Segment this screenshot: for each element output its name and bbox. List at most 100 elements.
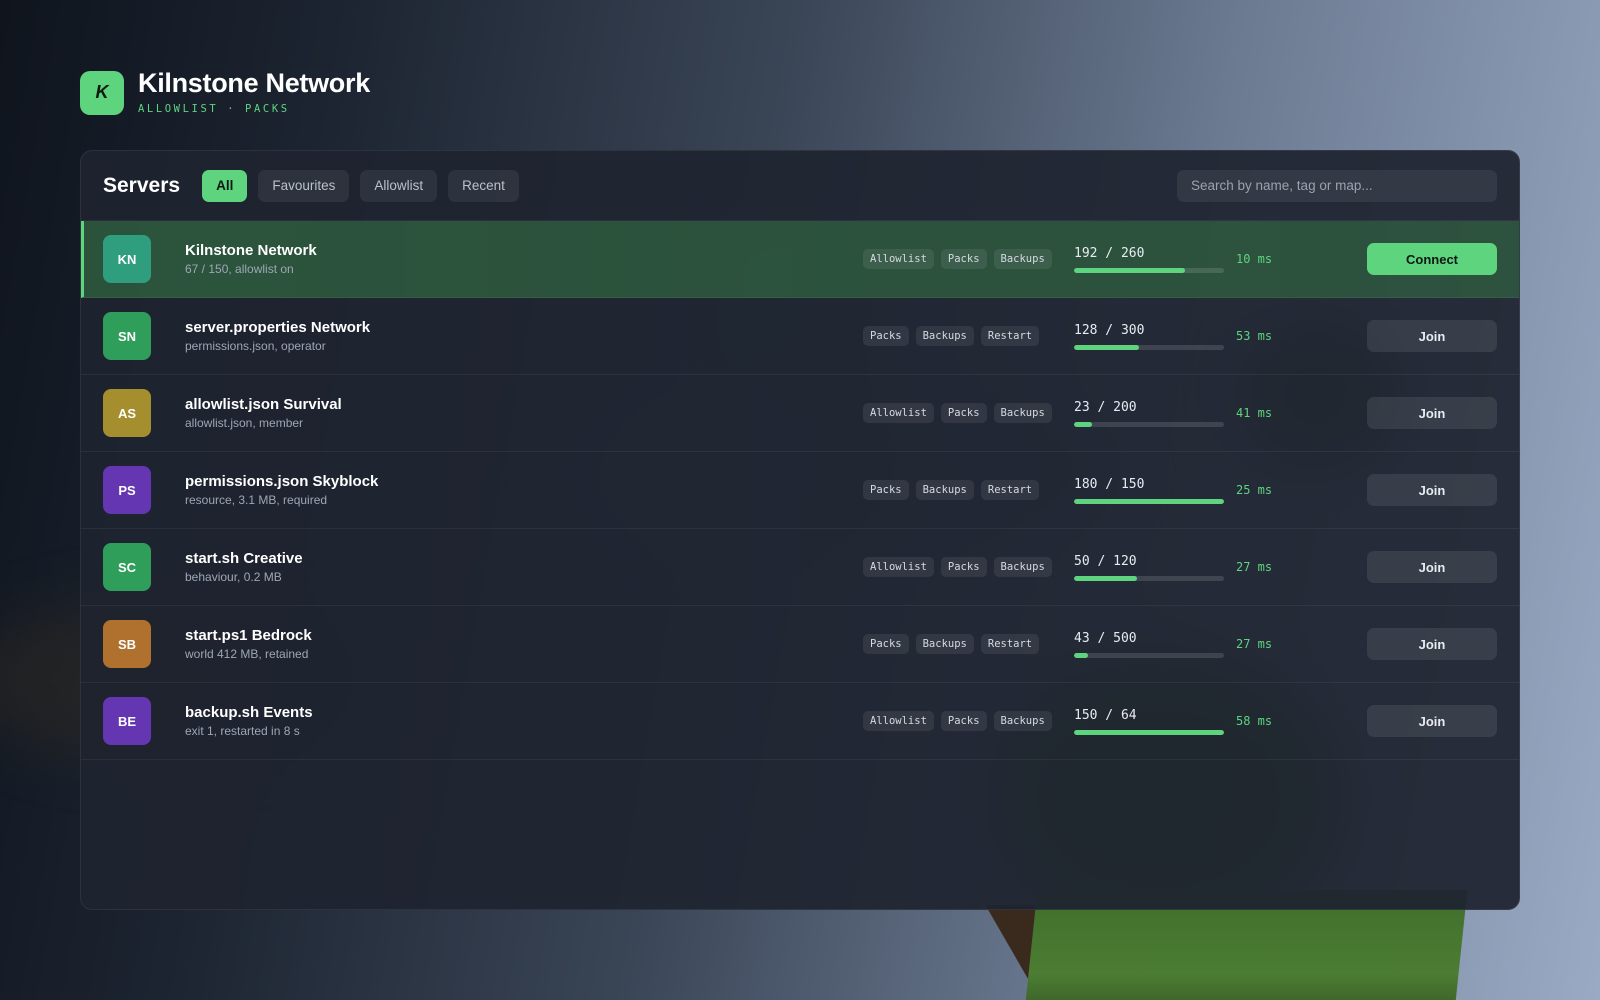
server-tag: Packs [940,249,987,269]
server-tag: Backups [915,480,974,500]
server-players: 23 / 200 [1074,400,1224,427]
server-info: start.sh Creative behaviour, 0.2 MB [185,550,303,584]
server-avatar: BE [103,697,151,745]
server-detail: permissions.json, operator [185,339,326,353]
brand-logo[interactable]: K [80,70,124,115]
server-tags: Allowlist Packs Backups [863,557,1052,577]
server-row[interactable]: SC start.sh Creative behaviour, 0.2 MB A… [81,529,1519,606]
server-row[interactable]: PS permissions.json Skyblock resource, 3… [81,452,1519,529]
tab-allowlist[interactable]: Allowlist [360,169,438,202]
capacity-bar-fill [1074,344,1139,350]
search-input[interactable] [1177,169,1497,202]
panel-title: Servers [103,173,181,197]
server-players: 50 / 120 [1074,554,1224,581]
join-button[interactable]: Join [1367,320,1497,352]
server-tag: Backups [993,557,1052,577]
server-list: KN Kilnstone Network 67 / 150, allowlist… [81,221,1519,760]
server-tag: Restart [980,480,1040,500]
brand-header: K Kilnstone Network ALLOWLIST · PACKS [80,70,370,115]
server-tags: Packs Backups Restart [863,480,1040,500]
server-detail: allowlist.json, member [185,416,304,430]
server-avatar: SB [103,620,151,668]
capacity-bar [1074,575,1224,581]
server-avatar: PS [103,466,151,514]
server-name: backup.sh Events [185,704,313,721]
server-tag: Packs [863,480,909,500]
brand-title: Kilnstone Network [138,68,370,98]
server-tag: Backups [993,403,1052,423]
servers-panel: Servers All Favourites Allowlist Recent … [80,150,1520,910]
player-count: 180 / 150 [1074,476,1145,492]
server-detail: 67 / 150, allowlist on [185,262,294,276]
server-tags: Allowlist Packs Backups [863,403,1052,423]
tab-all[interactable]: All [202,169,248,202]
server-ping: 41 ms [1236,406,1273,420]
server-tag: Packs [863,326,909,346]
join-button[interactable]: Join [1367,397,1497,429]
server-tag: Allowlist [863,403,934,423]
player-count: 192 / 260 [1074,245,1145,261]
server-row[interactable]: BE backup.sh Events exit 1, restarted in… [81,683,1519,760]
player-count: 43 / 500 [1074,630,1137,646]
server-tag: Backups [993,711,1052,731]
server-detail: behaviour, 0.2 MB [185,570,282,584]
server-name: start.sh Creative [185,550,303,567]
server-tag: Restart [980,326,1040,346]
server-ping: 10 ms [1236,252,1273,266]
filter-tabs: All Favourites Allowlist Recent [202,169,519,202]
server-row[interactable]: SN server.properties Network permissions… [81,298,1519,375]
brand-subtitle: ALLOWLIST · PACKS [138,103,290,115]
capacity-bar-fill [1074,729,1224,735]
server-avatar: AS [103,389,151,437]
server-players: 192 / 260 [1074,246,1224,273]
server-row[interactable]: KN Kilnstone Network 67 / 150, allowlist… [81,221,1519,298]
server-avatar: SN [103,312,151,360]
player-count: 128 / 300 [1074,322,1145,338]
server-name: allowlist.json Survival [185,396,342,413]
tab-recent[interactable]: Recent [448,169,519,202]
server-players: 150 / 64 [1074,708,1224,735]
server-tag: Packs [940,557,987,577]
server-name: server.properties Network [185,319,371,336]
server-name: Kilnstone Network [185,242,317,259]
server-tags: Allowlist Packs Backups [863,249,1052,269]
server-detail: world 412 MB, retained [185,647,309,661]
server-avatar: KN [103,235,151,283]
server-tag: Restart [980,634,1040,654]
server-name: start.ps1 Bedrock [185,627,312,644]
server-row[interactable]: SB start.ps1 Bedrock world 412 MB, retai… [81,606,1519,683]
server-ping: 25 ms [1236,483,1273,497]
capacity-bar-fill [1074,575,1137,581]
server-tag: Backups [915,326,974,346]
server-detail: resource, 3.1 MB, required [185,493,328,507]
join-button[interactable]: Join [1367,551,1497,583]
capacity-bar-fill [1074,267,1185,273]
player-count: 150 / 64 [1074,707,1137,723]
server-info: server.properties Network permissions.js… [185,319,370,353]
capacity-bar-fill [1074,421,1092,427]
server-players: 180 / 150 [1074,477,1224,504]
server-detail: exit 1, restarted in 8 s [185,724,300,738]
server-ping: 53 ms [1236,329,1273,343]
connect-button[interactable]: Connect [1367,243,1497,275]
server-row[interactable]: AS allowlist.json Survival allowlist.jso… [81,375,1519,452]
join-button[interactable]: Join [1367,628,1497,660]
join-button[interactable]: Join [1367,474,1497,506]
server-tag: Packs [940,403,987,423]
player-count: 50 / 120 [1074,553,1137,569]
server-info: Kilnstone Network 67 / 150, allowlist on [185,242,317,276]
server-tags: Allowlist Packs Backups [863,711,1052,731]
server-players: 43 / 500 [1074,631,1224,658]
player-count: 23 / 200 [1074,399,1137,415]
server-ping: 27 ms [1236,637,1273,651]
capacity-bar [1074,729,1224,735]
server-ping: 27 ms [1236,560,1273,574]
join-button[interactable]: Join [1367,705,1497,737]
server-tag: Allowlist [863,557,934,577]
server-avatar: SC [103,543,151,591]
server-info: permissions.json Skyblock resource, 3.1 … [185,473,378,507]
panel-header: Servers All Favourites Allowlist Recent [81,151,1519,221]
server-name: permissions.json Skyblock [185,473,379,490]
tab-favourites[interactable]: Favourites [258,169,350,202]
server-tag: Packs [863,634,909,654]
